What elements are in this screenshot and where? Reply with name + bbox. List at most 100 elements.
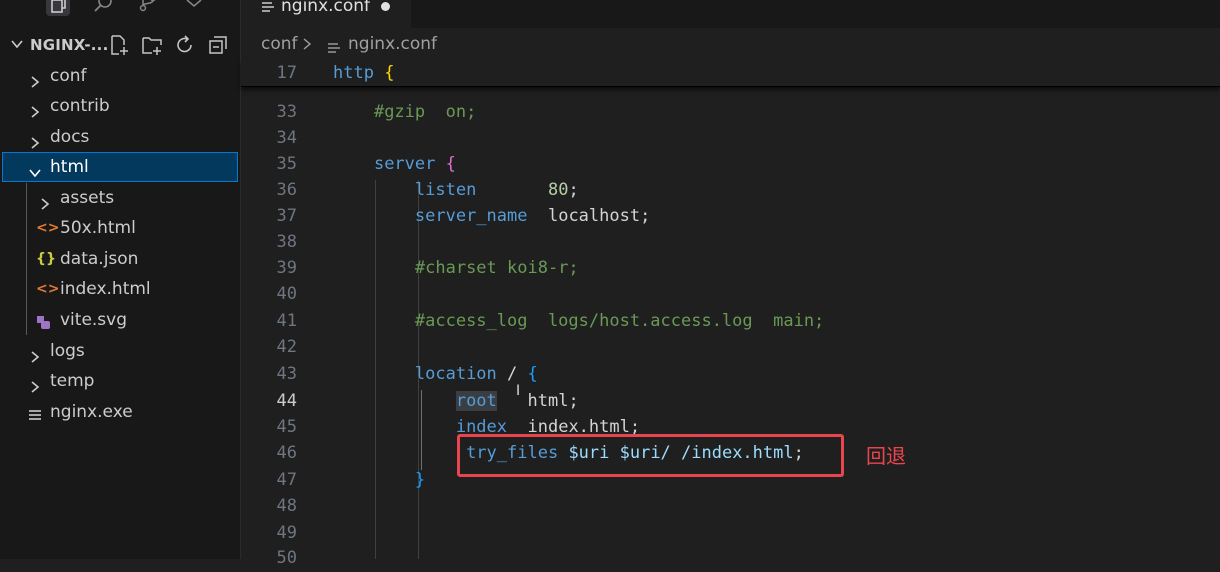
- tab-nginx-conf[interactable]: nginx.conf: [241, 0, 411, 28]
- tree-file-50x-html[interactable]: <> 50x.html: [0, 213, 238, 243]
- code-brace: }: [414, 470, 426, 490]
- chevron-right-icon: [28, 374, 42, 393]
- line-number: 50: [276, 548, 297, 568]
- settings-file-icon: [327, 39, 341, 59]
- html-file-icon: <>: [36, 281, 60, 297]
- tree-folder-assets[interactable]: assets: [0, 183, 238, 213]
- code-line-36[interactable]: 36 listen 80;: [241, 178, 1220, 204]
- search-icon[interactable]: [92, 0, 116, 16]
- explorer-section-header[interactable]: NGINX-...: [0, 32, 240, 58]
- line-number: 33: [276, 102, 297, 122]
- code-keyword: http: [333, 63, 374, 83]
- code-line-48[interactable]: 48: [241, 494, 1220, 520]
- tree-folder-html[interactable]: html: [2, 152, 238, 182]
- code-value: html: [527, 391, 569, 411]
- tree-item-label: temp: [50, 371, 95, 391]
- line-number: 45: [276, 417, 297, 437]
- code-line-42[interactable]: 42: [241, 335, 1220, 361]
- breadcrumb-folder[interactable]: conf: [261, 34, 298, 54]
- sticky-scroll-header[interactable]: 17 http {: [241, 60, 1220, 87]
- code-line-39[interactable]: 39 #charset koi8-r;: [241, 256, 1220, 282]
- tree-item-label: vite.svg: [60, 310, 128, 330]
- chevron-right-icon: [28, 69, 42, 88]
- code-value: 80: [547, 180, 569, 200]
- line-number: 37: [276, 206, 297, 226]
- code-value: localhost: [547, 206, 641, 226]
- tree-file-index-html[interactable]: <> index.html: [0, 274, 238, 304]
- editor-tab-bar: nginx.conf: [241, 0, 1220, 28]
- code-line-50[interactable]: 50: [241, 546, 1220, 572]
- code-line-38[interactable]: 38: [241, 230, 1220, 256]
- code-line-37[interactable]: 37 server_name localhost;: [241, 204, 1220, 230]
- code-comment: #access_log logs/host.access.log main;: [414, 311, 825, 331]
- code-comment: #charset koi8-r;: [414, 258, 579, 278]
- tree-item-label: html: [50, 157, 89, 177]
- line-number: 42: [276, 337, 297, 357]
- code-line-40[interactable]: 40: [241, 282, 1220, 308]
- code-line-41[interactable]: 41 #access_log logs/host.access.log main…: [241, 309, 1220, 335]
- code-keyword: try_files: [466, 443, 559, 463]
- tree-item-label: index.html: [60, 279, 151, 299]
- refresh-icon[interactable]: [174, 34, 196, 56]
- unsaved-dot-icon[interactable]: [381, 2, 390, 11]
- code-editor[interactable]: 17 http { 33 #gzip on; 34 35 server { 36…: [241, 60, 1220, 568]
- line-number: 49: [276, 523, 297, 543]
- tree-file-vite-svg[interactable]: vite.svg: [0, 305, 238, 335]
- line-number: 44: [276, 391, 297, 411]
- tree-folder-temp[interactable]: temp: [0, 366, 238, 396]
- code-line-33[interactable]: 33 #gzip on;: [241, 100, 1220, 126]
- code-keyword: listen: [414, 180, 477, 200]
- new-folder-icon[interactable]: [141, 34, 163, 56]
- chevron-right-icon: [301, 36, 313, 56]
- code-line-49[interactable]: 49: [241, 521, 1220, 547]
- line-number: 46: [276, 443, 297, 463]
- chevron-right-icon: [28, 344, 42, 363]
- source-control-icon[interactable]: [136, 0, 160, 16]
- workspace-title: NGINX-...: [30, 36, 109, 54]
- explorer-icon[interactable]: [46, 0, 70, 16]
- tree-file-data-json[interactable]: {} data.json: [0, 244, 238, 274]
- code-comment: #gzip on;: [373, 102, 477, 122]
- line-number: 40: [276, 284, 297, 304]
- code-keyword: server: [373, 154, 436, 174]
- tree-folder-conf[interactable]: conf: [0, 61, 238, 91]
- breadcrumb-file[interactable]: nginx.conf: [348, 34, 437, 54]
- tab-label: nginx.conf: [281, 0, 371, 16]
- tree-item-label: data.json: [60, 249, 139, 269]
- settings-file-icon: [261, 0, 275, 19]
- collapse-all-icon[interactable]: [207, 34, 229, 56]
- tree-file-nginx-exe[interactable]: nginx.exe: [0, 397, 238, 427]
- chevron-right-icon: [38, 191, 52, 210]
- tree-item-label: contrib: [50, 96, 110, 116]
- code-brace: {: [527, 364, 538, 384]
- html-file-icon: <>: [36, 220, 60, 236]
- tree-folder-contrib[interactable]: contrib: [0, 91, 238, 121]
- line-number: 39: [276, 258, 297, 278]
- code-line-44[interactable]: 44 root html;: [241, 389, 1220, 415]
- tree-item-label: docs: [50, 127, 90, 147]
- chevron-right-icon: [28, 130, 42, 149]
- mouse-cursor-icon: I: [516, 383, 521, 399]
- chevron-down-icon: [10, 36, 24, 50]
- more-views-chevron-icon[interactable]: [182, 0, 206, 16]
- code-keyword: server_name: [414, 206, 528, 226]
- chevron-down-icon: [28, 160, 42, 178]
- line-number: 48: [276, 496, 297, 516]
- chevron-right-icon: [28, 99, 42, 118]
- line-number: 38: [276, 232, 297, 252]
- explorer-sidebar: NGINX-... conf contrib docs html assets: [0, 0, 241, 559]
- code-line-43[interactable]: 43 location / {: [241, 362, 1220, 388]
- code-brace: {: [445, 154, 456, 174]
- line-number: 41: [276, 311, 297, 331]
- code-line-46[interactable]: 46 try_files $uri $uri/ /index.html;: [241, 441, 1220, 467]
- new-file-icon[interactable]: [108, 34, 130, 56]
- code-line-34[interactable]: 34: [241, 126, 1220, 152]
- view-toolbar: [0, 0, 240, 20]
- line-number: 35: [276, 154, 297, 174]
- tree-folder-logs[interactable]: logs: [0, 336, 238, 366]
- code-line-35[interactable]: 35 server {: [241, 152, 1220, 178]
- tree-folder-docs[interactable]: docs: [0, 122, 238, 152]
- line-number: 43: [276, 364, 297, 384]
- code-brace: {: [384, 63, 395, 83]
- generic-file-icon: [28, 404, 42, 434]
